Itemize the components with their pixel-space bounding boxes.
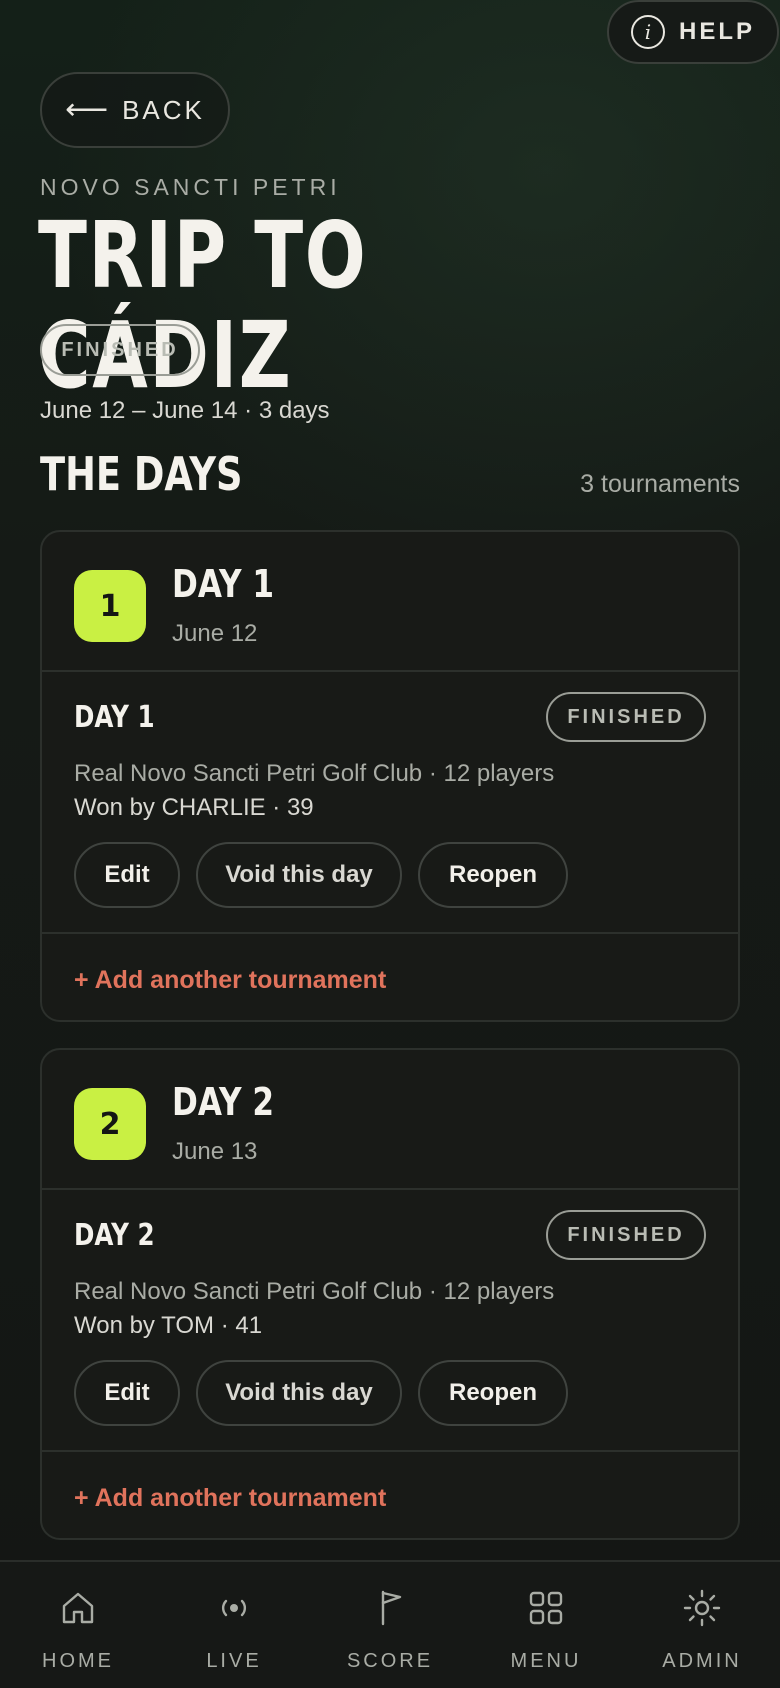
edit-button[interactable]: Edit [74,842,180,908]
void-day-button[interactable]: Void this day [196,1360,402,1426]
tournament-status-badge: FINISHED [546,692,706,742]
add-tournament-link[interactable]: + Add another tournament [74,966,386,995]
tournament-row: DAY 2 FINISHED Real Novo Sancti Petri Go… [42,1190,738,1452]
flag-icon [381,1590,402,1626]
nav-label: LIVE [206,1650,262,1672]
add-tournament-row: + Add another tournament [42,1452,738,1538]
tournament-count: 3 tournaments [580,470,740,498]
nav-item-home[interactable]: HOME [0,1562,156,1688]
day-date: June 13 [172,1138,258,1165]
nav-item-live[interactable]: LIVE [156,1562,312,1688]
tournament-winner: Won by CHARLIE · 39 [74,794,314,821]
tournament-name: DAY 1 [74,700,155,735]
help-button[interactable]: i HELP [607,0,779,64]
tournament-name: DAY 2 [74,1218,155,1253]
day-card: 2 DAY 2 June 13 DAY 2 FINISHED Real Novo… [40,1048,740,1540]
nav-item-score[interactable]: SCORE [312,1562,468,1688]
nav-label: HOME [42,1650,114,1672]
tournament-meta: Real Novo Sancti Petri Golf Club · 12 pl… [74,760,555,787]
add-tournament-link[interactable]: + Add another tournament [74,1484,386,1513]
nav-label: SCORE [346,1650,434,1672]
day-number-badge: 2 [74,1088,146,1160]
tournament-meta: Real Novo Sancti Petri Golf Club · 12 pl… [74,1278,555,1305]
section-title: THE DAYS [40,447,243,501]
home-icon [62,1592,94,1624]
edit-button[interactable]: Edit [74,1360,180,1426]
bottom-nav: HOME LIVE SCORE MENU ADMIN [0,1560,780,1688]
tournament-status-badge: FINISHED [546,1210,706,1260]
back-button[interactable]: ⟵ BACK [40,72,230,148]
nav-label: ADMIN [662,1650,742,1672]
day-date: June 12 [172,620,258,647]
trip-status-badge: FINISHED [40,324,200,376]
tournament-actions: Edit Void this day Reopen [74,842,568,908]
void-day-button[interactable]: Void this day [196,842,402,908]
day-number-badge: 1 [74,570,146,642]
reopen-button[interactable]: Reopen [418,1360,568,1426]
tournament-actions: Edit Void this day Reopen [74,1360,568,1426]
page-title: TRIP TO CÁDIZ [38,202,368,409]
nav-item-admin[interactable]: ADMIN [624,1562,780,1688]
day-header: 2 DAY 2 June 13 [42,1050,738,1190]
live-icon [221,1599,247,1617]
day-title: DAY 2 [172,1080,275,1124]
grid-icon [529,1591,563,1625]
tournament-row: DAY 1 FINISHED Real Novo Sancti Petri Go… [42,672,738,934]
reopen-button[interactable]: Reopen [418,842,568,908]
day-title: DAY 1 [172,562,275,606]
add-tournament-row: + Add another tournament [42,934,738,1020]
nav-item-menu[interactable]: MENU [468,1562,624,1688]
tournament-winner: Won by TOM · 41 [74,1312,263,1339]
back-label: BACK [122,94,205,125]
day-header: 1 DAY 1 June 12 [42,532,738,672]
trip-dates: June 12 – June 14 · 3 days [40,397,330,424]
arrow-left-icon: ⟵ [65,93,109,126]
info-icon: i [630,15,665,49]
sun-icon [683,1589,721,1627]
day-card: 1 DAY 1 June 12 DAY 1 FINISHED Real Novo… [40,530,740,1022]
help-label: HELP [678,18,755,45]
trip-location: NOVO SANCTI PETRI [40,174,341,200]
nav-label: MENU [510,1650,582,1672]
